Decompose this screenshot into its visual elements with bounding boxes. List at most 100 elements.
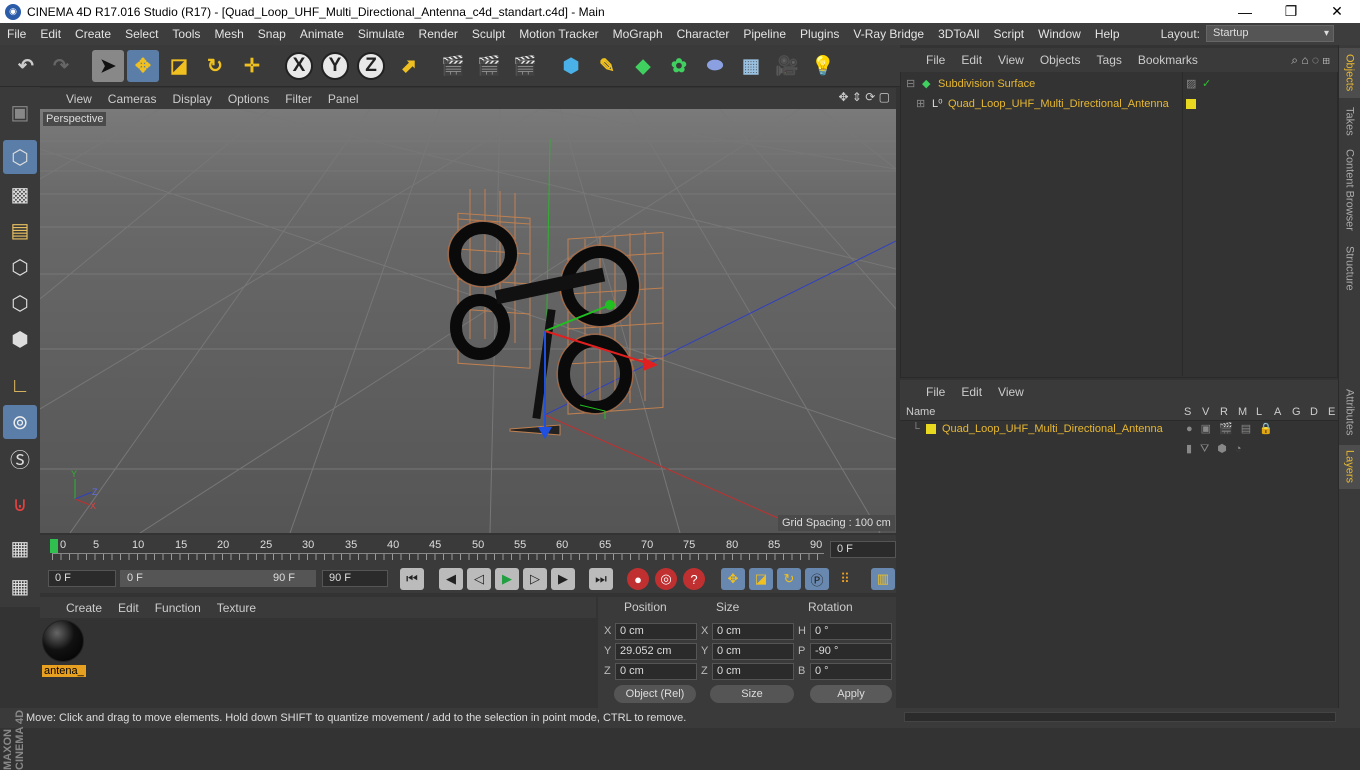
enabled-check-icon[interactable]: ✓ bbox=[1202, 74, 1211, 94]
obj-menu-bookmarks[interactable]: Bookmarks bbox=[1130, 53, 1206, 67]
layer-flag-locked[interactable]: L bbox=[1256, 406, 1262, 418]
key-position-icon[interactable]: ✥ bbox=[721, 568, 745, 590]
menu-create[interactable]: Create bbox=[68, 23, 118, 45]
layer-flag-render[interactable]: R bbox=[1220, 406, 1228, 418]
floor-environment-icon[interactable]: ▦ bbox=[735, 50, 767, 82]
next-key-icon[interactable]: ▶ bbox=[551, 568, 575, 590]
layer-horizontal-scrollbar[interactable] bbox=[904, 712, 1336, 722]
polygons-mode-icon[interactable]: ⬢ bbox=[3, 322, 37, 356]
layer-flag-deformers[interactable]: D bbox=[1310, 406, 1318, 418]
y-axis-lock-icon[interactable]: Y bbox=[321, 52, 349, 80]
array-cloner-icon[interactable]: ✿ bbox=[663, 50, 695, 82]
position-z-field[interactable]: 0 cm bbox=[615, 663, 697, 680]
layer-menu-file[interactable]: File bbox=[918, 385, 953, 399]
tab-structure[interactable]: Structure bbox=[1339, 239, 1360, 297]
close-icon[interactable]: ✕ bbox=[1314, 0, 1360, 23]
coordinate-system-icon[interactable]: ⬈ bbox=[393, 50, 425, 82]
layer-color-swatch[interactable] bbox=[926, 424, 936, 434]
menu-window[interactable]: Window bbox=[1031, 23, 1088, 45]
tab-content-browser[interactable]: Content Browser bbox=[1339, 144, 1360, 236]
obj-menu-tags[interactable]: Tags bbox=[1089, 53, 1130, 67]
menu-mograph[interactable]: MoGraph bbox=[606, 23, 670, 45]
layer-menu-view[interactable]: View bbox=[990, 385, 1032, 399]
rotation-p-field[interactable]: -90 ° bbox=[810, 643, 892, 660]
vp-menu-view[interactable]: View bbox=[58, 92, 100, 106]
max-frame-field[interactable]: 90 F bbox=[322, 570, 388, 587]
subdivision-generator-icon[interactable]: ◆ bbox=[627, 50, 659, 82]
menu-snap[interactable]: Snap bbox=[251, 23, 293, 45]
obj-menu-file[interactable]: File bbox=[918, 53, 953, 67]
record-keyframe-icon[interactable]: ● bbox=[627, 568, 649, 590]
layer-color-swatch[interactable] bbox=[1186, 99, 1196, 109]
previous-key-icon[interactable]: ◀ bbox=[439, 568, 463, 590]
points-mode-icon[interactable]: ⬡ bbox=[3, 250, 37, 284]
tree-item-antenna-null[interactable]: ⊞ L⁰ Quad_Loop_UHF_Multi_Directional_Ant… bbox=[902, 94, 1338, 114]
menu-simulate[interactable]: Simulate bbox=[351, 23, 412, 45]
current-frame-field[interactable]: 0 F bbox=[48, 570, 116, 587]
grid-snap-icon[interactable]: ▦ bbox=[3, 569, 37, 603]
layer-menu-edit[interactable]: Edit bbox=[953, 385, 990, 399]
redo-icon[interactable]: ↷ bbox=[45, 50, 77, 82]
camera-icon[interactable]: 🎥 bbox=[771, 50, 803, 82]
rotate-tool-icon[interactable]: ↻ bbox=[199, 50, 231, 82]
playhead[interactable] bbox=[50, 539, 58, 553]
move-tool-icon[interactable]: ✥ bbox=[127, 50, 159, 82]
axis-mode-icon[interactable]: ∟ bbox=[3, 369, 37, 403]
rotation-b-field[interactable]: 0 ° bbox=[810, 663, 892, 680]
play-icon[interactable]: ▶ bbox=[495, 568, 519, 590]
tab-attributes[interactable]: Attributes bbox=[1339, 383, 1360, 441]
make-editable-icon[interactable]: ▣ bbox=[3, 95, 37, 129]
obj-menu-view[interactable]: View bbox=[990, 53, 1032, 67]
mat-menu-texture[interactable]: Texture bbox=[209, 601, 264, 615]
menu-3dtoall[interactable]: 3DToAll bbox=[931, 23, 986, 45]
key-pla-icon[interactable]: ⠿ bbox=[833, 568, 857, 590]
menu-animate[interactable]: Animate bbox=[293, 23, 351, 45]
deformer-icon[interactable]: ⬬ bbox=[699, 50, 731, 82]
pen-spline-icon[interactable]: ✎ bbox=[591, 50, 623, 82]
menu-pipeline[interactable]: Pipeline bbox=[736, 23, 793, 45]
tab-objects[interactable]: Objects bbox=[1339, 48, 1360, 98]
mat-menu-function[interactable]: Function bbox=[147, 601, 209, 615]
apply-button[interactable]: Apply bbox=[810, 685, 892, 703]
layer-flag-generators[interactable]: G bbox=[1292, 406, 1301, 418]
x-axis-lock-icon[interactable]: X bbox=[285, 52, 313, 80]
menu-render[interactable]: Render bbox=[412, 23, 465, 45]
render-settings-icon[interactable]: 🎬 bbox=[509, 50, 541, 82]
coordinate-mode-dropdown[interactable]: Object (Rel) bbox=[614, 685, 696, 703]
live-selection-icon[interactable]: ✛ bbox=[236, 50, 268, 82]
render-view-icon[interactable]: 🎬 bbox=[437, 50, 469, 82]
frame-range-slider[interactable]: 0 F 90 F bbox=[120, 570, 316, 587]
menu-character[interactable]: Character bbox=[670, 23, 737, 45]
size-mode-dropdown[interactable]: Size bbox=[710, 685, 794, 703]
layer-flag-animation[interactable]: A bbox=[1274, 406, 1281, 418]
auto-keyframe-icon[interactable]: ◎ bbox=[655, 568, 677, 590]
size-x-field[interactable]: 0 cm bbox=[712, 623, 794, 640]
timeline-ruler[interactable]: 0 5 10 15 20 25 30 35 40 45 50 55 60 65 … bbox=[40, 535, 896, 565]
layer-flag-expressions[interactable]: E bbox=[1328, 406, 1335, 418]
undo-icon[interactable]: ↶ bbox=[10, 50, 42, 82]
go-to-start-icon[interactable]: ⏮ bbox=[400, 568, 424, 590]
layer-flag-view[interactable]: V bbox=[1202, 406, 1209, 418]
vp-menu-panel[interactable]: Panel bbox=[320, 92, 367, 106]
size-z-field[interactable]: 0 cm bbox=[712, 663, 794, 680]
tweak-mode-icon[interactable]: ⊚ bbox=[3, 405, 37, 439]
maximize-icon[interactable]: ❐ bbox=[1268, 0, 1314, 23]
position-x-field[interactable]: 0 cm bbox=[615, 623, 697, 640]
magnet-icon[interactable]: ⊍ bbox=[3, 487, 37, 521]
mat-menu-edit[interactable]: Edit bbox=[110, 601, 147, 615]
menu-script[interactable]: Script bbox=[986, 23, 1031, 45]
keyframe-selection-icon[interactable]: ? bbox=[683, 568, 705, 590]
vp-menu-options[interactable]: Options bbox=[220, 92, 277, 106]
minimize-icon[interactable]: — bbox=[1222, 0, 1268, 23]
menu-sculpt[interactable]: Sculpt bbox=[465, 23, 512, 45]
timeline-window-icon[interactable]: ▥ bbox=[871, 568, 895, 590]
mat-menu-create[interactable]: Create bbox=[58, 601, 110, 615]
edges-mode-icon[interactable]: ⬡ bbox=[3, 286, 37, 320]
current-frame-display[interactable]: 0 F bbox=[830, 541, 896, 558]
layer-row[interactable]: └ Quad_Loop_UHF_Multi_Directional_Antenn… bbox=[902, 419, 1338, 455]
workplane-lock-icon[interactable]: ▦ bbox=[3, 531, 37, 565]
tab-takes[interactable]: Takes bbox=[1339, 101, 1360, 141]
menu-mesh[interactable]: Mesh bbox=[207, 23, 250, 45]
model-mode-icon[interactable]: ⬡ bbox=[3, 140, 37, 174]
menu-edit[interactable]: Edit bbox=[33, 23, 68, 45]
